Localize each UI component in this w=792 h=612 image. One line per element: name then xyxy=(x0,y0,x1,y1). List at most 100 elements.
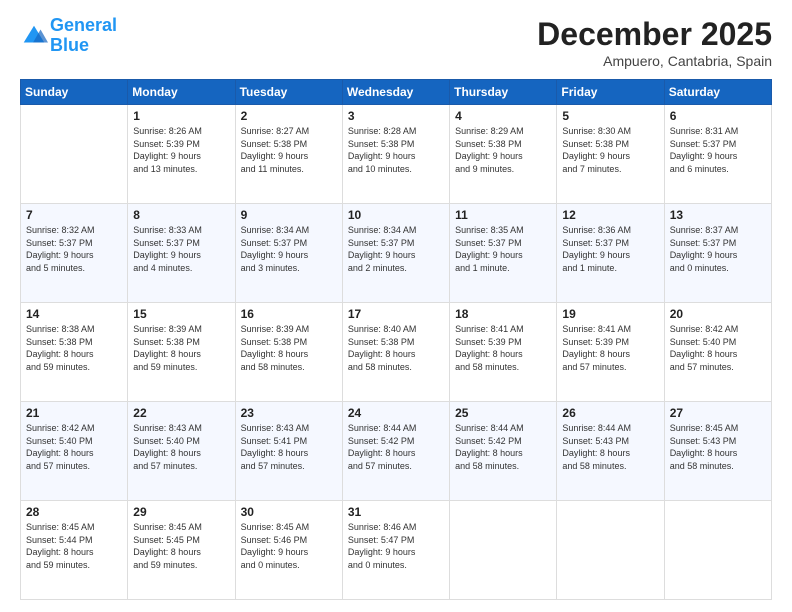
table-row: 22 Sunrise: 8:43 AM Sunset: 5:40 PM Dayli… xyxy=(128,402,235,501)
col-friday: Friday xyxy=(557,80,664,105)
day-number: 26 xyxy=(562,406,658,420)
table-row: 24 Sunrise: 8:44 AM Sunset: 5:42 PM Dayli… xyxy=(342,402,449,501)
col-wednesday: Wednesday xyxy=(342,80,449,105)
table-row: 25 Sunrise: 8:44 AM Sunset: 5:42 PM Dayli… xyxy=(450,402,557,501)
col-thursday: Thursday xyxy=(450,80,557,105)
day-number: 24 xyxy=(348,406,444,420)
day-number: 8 xyxy=(133,208,229,222)
day-number: 15 xyxy=(133,307,229,321)
day-info: Sunrise: 8:43 AM Sunset: 5:41 PM Dayligh… xyxy=(241,422,337,472)
day-info: Sunrise: 8:39 AM Sunset: 5:38 PM Dayligh… xyxy=(241,323,337,373)
table-row: 15 Sunrise: 8:39 AM Sunset: 5:38 PM Dayli… xyxy=(128,303,235,402)
day-info: Sunrise: 8:34 AM Sunset: 5:37 PM Dayligh… xyxy=(348,224,444,274)
day-info: Sunrise: 8:29 AM Sunset: 5:38 PM Dayligh… xyxy=(455,125,551,175)
day-info: Sunrise: 8:41 AM Sunset: 5:39 PM Dayligh… xyxy=(455,323,551,373)
col-tuesday: Tuesday xyxy=(235,80,342,105)
day-number: 19 xyxy=(562,307,658,321)
logo-text: General Blue xyxy=(50,16,117,56)
day-number: 18 xyxy=(455,307,551,321)
day-number: 17 xyxy=(348,307,444,321)
day-number: 20 xyxy=(670,307,766,321)
table-row: 17 Sunrise: 8:40 AM Sunset: 5:38 PM Dayli… xyxy=(342,303,449,402)
table-row: 13Sunrise: 8:37 AM Sunset: 5:37 PM Dayli… xyxy=(664,204,771,303)
day-number: 21 xyxy=(26,406,122,420)
table-row xyxy=(450,501,557,600)
day-info: Sunrise: 8:44 AM Sunset: 5:42 PM Dayligh… xyxy=(348,422,444,472)
day-info: Sunrise: 8:40 AM Sunset: 5:38 PM Dayligh… xyxy=(348,323,444,373)
table-row xyxy=(21,105,128,204)
day-number: 27 xyxy=(670,406,766,420)
table-row: 21 Sunrise: 8:42 AM Sunset: 5:40 PM Dayli… xyxy=(21,402,128,501)
table-row xyxy=(664,501,771,600)
table-row: 12 Sunrise: 8:36 AM Sunset: 5:37 PM Dayli… xyxy=(557,204,664,303)
table-row: 6Sunrise: 8:31 AM Sunset: 5:37 PM Daylig… xyxy=(664,105,771,204)
day-info: Sunrise: 8:34 AM Sunset: 5:37 PM Dayligh… xyxy=(241,224,337,274)
header: General Blue December 2025 Ampuero, Cant… xyxy=(20,16,772,69)
week-row-1: 1Sunrise: 8:26 AM Sunset: 5:39 PM Daylig… xyxy=(21,105,772,204)
week-row-4: 21 Sunrise: 8:42 AM Sunset: 5:40 PM Dayli… xyxy=(21,402,772,501)
table-row: 30 Sunrise: 8:45 AM Sunset: 5:46 PM Dayli… xyxy=(235,501,342,600)
table-row: 7 Sunrise: 8:32 AM Sunset: 5:37 PM Daylig… xyxy=(21,204,128,303)
day-number: 22 xyxy=(133,406,229,420)
table-row: 9Sunrise: 8:34 AM Sunset: 5:37 PM Daylig… xyxy=(235,204,342,303)
month-title: December 2025 xyxy=(537,16,772,53)
logo-line1: General xyxy=(50,15,117,35)
day-info: Sunrise: 8:35 AM Sunset: 5:37 PM Dayligh… xyxy=(455,224,551,274)
day-info: Sunrise: 8:36 AM Sunset: 5:37 PM Dayligh… xyxy=(562,224,658,274)
table-row: 27 Sunrise: 8:45 AM Sunset: 5:43 PM Dayli… xyxy=(664,402,771,501)
day-number: 2 xyxy=(241,109,337,123)
day-info: Sunrise: 8:45 AM Sunset: 5:43 PM Dayligh… xyxy=(670,422,766,472)
table-row: 14 Sunrise: 8:38 AM Sunset: 5:38 PM Dayli… xyxy=(21,303,128,402)
day-info: Sunrise: 8:38 AM Sunset: 5:38 PM Dayligh… xyxy=(26,323,122,373)
table-row: 5Sunrise: 8:30 AM Sunset: 5:38 PM Daylig… xyxy=(557,105,664,204)
day-info: Sunrise: 8:30 AM Sunset: 5:38 PM Dayligh… xyxy=(562,125,658,175)
day-number: 28 xyxy=(26,505,122,519)
day-number: 12 xyxy=(562,208,658,222)
table-row: 18 Sunrise: 8:41 AM Sunset: 5:39 PM Dayli… xyxy=(450,303,557,402)
week-row-2: 7 Sunrise: 8:32 AM Sunset: 5:37 PM Daylig… xyxy=(21,204,772,303)
location: Ampuero, Cantabria, Spain xyxy=(537,53,772,69)
table-row xyxy=(557,501,664,600)
day-number: 23 xyxy=(241,406,337,420)
table-row: 20 Sunrise: 8:42 AM Sunset: 5:40 PM Dayli… xyxy=(664,303,771,402)
day-info: Sunrise: 8:44 AM Sunset: 5:42 PM Dayligh… xyxy=(455,422,551,472)
day-number: 25 xyxy=(455,406,551,420)
day-info: Sunrise: 8:45 AM Sunset: 5:46 PM Dayligh… xyxy=(241,521,337,571)
table-row: 4 Sunrise: 8:29 AM Sunset: 5:38 PM Daylig… xyxy=(450,105,557,204)
day-info: Sunrise: 8:44 AM Sunset: 5:43 PM Dayligh… xyxy=(562,422,658,472)
day-info: Sunrise: 8:39 AM Sunset: 5:38 PM Dayligh… xyxy=(133,323,229,373)
header-row: Sunday Monday Tuesday Wednesday Thursday… xyxy=(21,80,772,105)
day-number: 10 xyxy=(348,208,444,222)
calendar-table: Sunday Monday Tuesday Wednesday Thursday… xyxy=(20,79,772,600)
day-number: 3 xyxy=(348,109,444,123)
day-info: Sunrise: 8:37 AM Sunset: 5:37 PM Dayligh… xyxy=(670,224,766,274)
day-info: Sunrise: 8:43 AM Sunset: 5:40 PM Dayligh… xyxy=(133,422,229,472)
page: General Blue December 2025 Ampuero, Cant… xyxy=(0,0,792,612)
table-row: 26 Sunrise: 8:44 AM Sunset: 5:43 PM Dayli… xyxy=(557,402,664,501)
day-info: Sunrise: 8:28 AM Sunset: 5:38 PM Dayligh… xyxy=(348,125,444,175)
table-row: 28Sunrise: 8:45 AM Sunset: 5:44 PM Dayli… xyxy=(21,501,128,600)
day-number: 30 xyxy=(241,505,337,519)
week-row-5: 28Sunrise: 8:45 AM Sunset: 5:44 PM Dayli… xyxy=(21,501,772,600)
day-info: Sunrise: 8:32 AM Sunset: 5:37 PM Dayligh… xyxy=(26,224,122,274)
table-row: 1Sunrise: 8:26 AM Sunset: 5:39 PM Daylig… xyxy=(128,105,235,204)
table-row: 31Sunrise: 8:46 AM Sunset: 5:47 PM Dayli… xyxy=(342,501,449,600)
table-row: 19 Sunrise: 8:41 AM Sunset: 5:39 PM Dayli… xyxy=(557,303,664,402)
day-number: 11 xyxy=(455,208,551,222)
day-number: 7 xyxy=(26,208,122,222)
day-number: 14 xyxy=(26,307,122,321)
day-info: Sunrise: 8:33 AM Sunset: 5:37 PM Dayligh… xyxy=(133,224,229,274)
week-row-3: 14 Sunrise: 8:38 AM Sunset: 5:38 PM Dayli… xyxy=(21,303,772,402)
table-row: 29Sunrise: 8:45 AM Sunset: 5:45 PM Dayli… xyxy=(128,501,235,600)
table-row: 16Sunrise: 8:39 AM Sunset: 5:38 PM Dayli… xyxy=(235,303,342,402)
table-row: 23 Sunrise: 8:43 AM Sunset: 5:41 PM Dayli… xyxy=(235,402,342,501)
day-number: 4 xyxy=(455,109,551,123)
col-monday: Monday xyxy=(128,80,235,105)
day-info: Sunrise: 8:45 AM Sunset: 5:45 PM Dayligh… xyxy=(133,521,229,571)
day-info: Sunrise: 8:42 AM Sunset: 5:40 PM Dayligh… xyxy=(26,422,122,472)
logo-icon xyxy=(20,22,48,50)
day-info: Sunrise: 8:41 AM Sunset: 5:39 PM Dayligh… xyxy=(562,323,658,373)
day-info: Sunrise: 8:42 AM Sunset: 5:40 PM Dayligh… xyxy=(670,323,766,373)
table-row: 10 Sunrise: 8:34 AM Sunset: 5:37 PM Dayli… xyxy=(342,204,449,303)
day-info: Sunrise: 8:46 AM Sunset: 5:47 PM Dayligh… xyxy=(348,521,444,571)
